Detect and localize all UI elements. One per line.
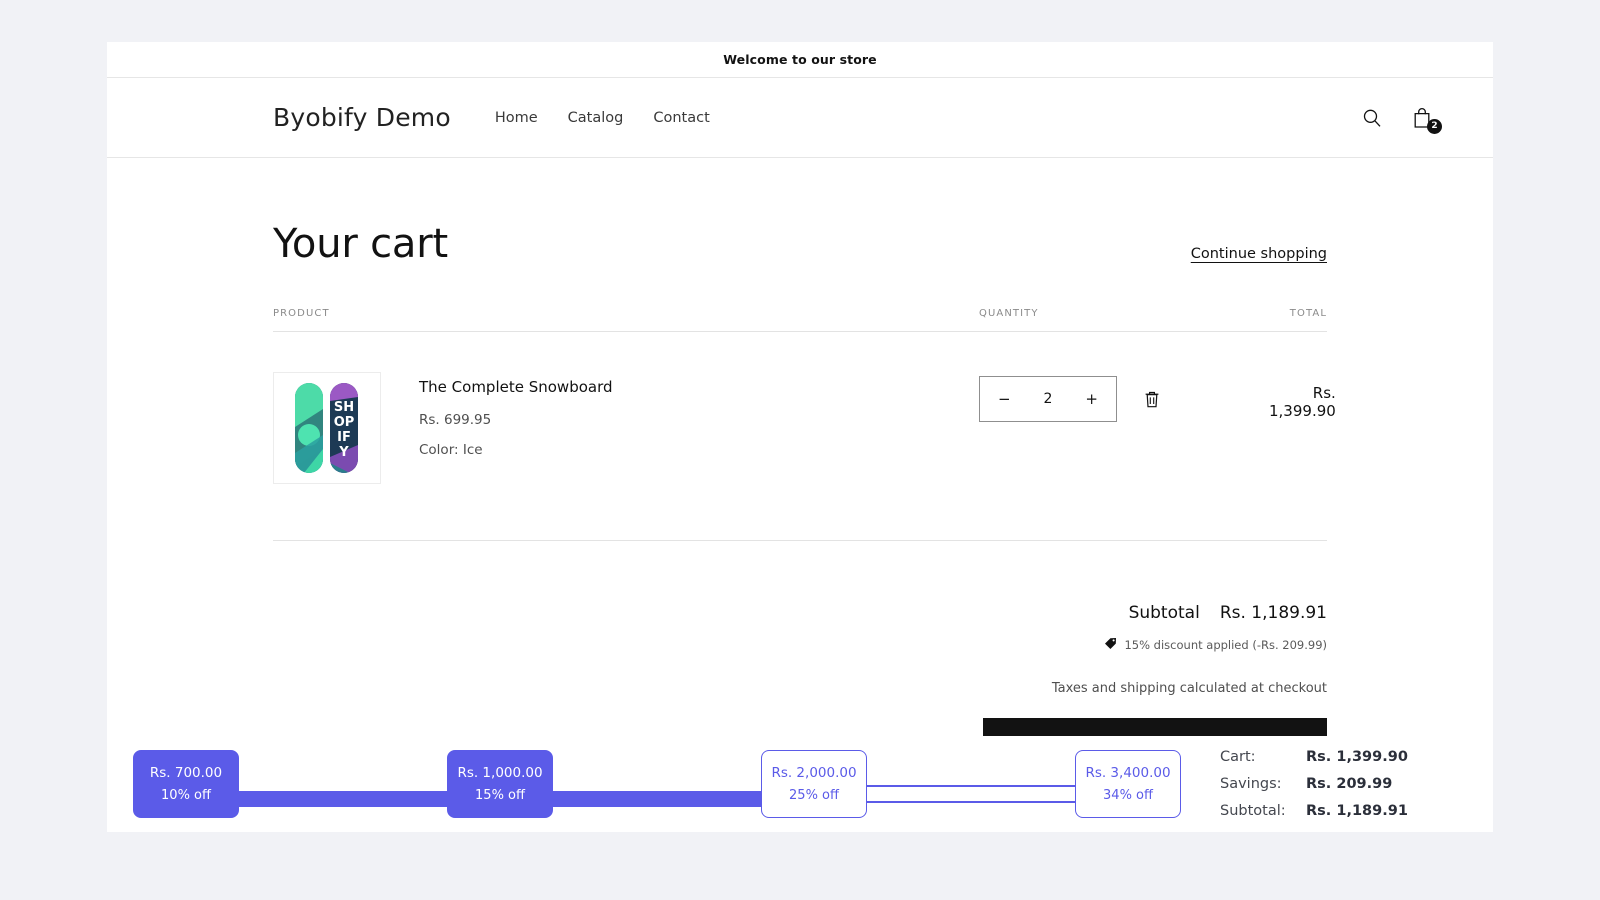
product-unit-price: Rs. 699.95 — [419, 412, 492, 428]
page-root: Welcome to our store Byobify Demo Home C… — [0, 0, 1600, 900]
continue-shopping-link[interactable]: Continue shopping — [1191, 246, 1327, 266]
tier-amount: Rs. 2,000.00 — [771, 765, 857, 781]
summary-row-savings: Savings: Rs. 209.99 — [1220, 776, 1463, 792]
tier-connectors — [107, 736, 1202, 832]
cart-header-row: Your cart Continue shopping — [273, 222, 1327, 266]
cart-line-item: SH OP IF Y The Complete Snowboard Rs. 69… — [273, 332, 1336, 541]
tier-discount: 25% off — [789, 788, 839, 803]
quantity-increase-button[interactable]: + — [1081, 391, 1102, 407]
tier-item-4[interactable]: Rs. 3,400.00 34% off — [1075, 750, 1181, 818]
discount-row: 15% discount applied (-Rs. 209.99) — [273, 635, 1327, 654]
quantity-decrease-button[interactable]: − — [994, 391, 1015, 407]
summary-row-subtotal: Subtotal: Rs. 1,189.91 — [1220, 803, 1463, 819]
quantity-stepper[interactable]: − 2 + — [979, 376, 1117, 422]
tier-amount: Rs. 700.00 — [149, 765, 223, 781]
tier-amount: Rs. 1,000.00 — [457, 765, 543, 781]
column-header-quantity: QUANTITY — [979, 308, 1039, 319]
summary-label: Savings: — [1220, 776, 1282, 792]
header-actions: 2 — [1359, 105, 1442, 134]
product-title[interactable]: The Complete Snowboard — [419, 378, 613, 396]
storefront: Welcome to our store Byobify Demo Home C… — [107, 42, 1493, 742]
discount-tier-bar: Rs. 700.00 10% off Rs. 1,000.00 15% off … — [107, 736, 1493, 832]
subtotal-value: Rs. 1,189.91 — [1219, 603, 1327, 623]
page-title: Your cart — [273, 221, 448, 267]
discount-text: 15% discount applied (-Rs. 209.99) — [1124, 637, 1327, 652]
product-cell: SH OP IF Y The Complete Snowboard Rs. 69… — [273, 372, 979, 484]
taxes-note: Taxes and shipping calculated at checkou… — [1051, 681, 1327, 696]
svg-text:IF: IF — [337, 430, 351, 445]
nav-item-contact[interactable]: Contact — [653, 110, 709, 126]
site-header: Byobify Demo Home Catalog Contact 2 — [107, 78, 1493, 158]
cart-main: Your cart Continue shopping PRODUCT QUAN… — [107, 158, 1493, 742]
tier-track: Rs. 700.00 10% off Rs. 1,000.00 15% off … — [107, 736, 1202, 832]
product-thumbnail[interactable]: SH OP IF Y — [273, 372, 381, 484]
svg-text:OP: OP — [334, 415, 355, 430]
price-tag-icon — [1104, 635, 1117, 654]
tier-item-1[interactable]: Rs. 700.00 10% off — [133, 750, 239, 818]
svg-text:Y: Y — [338, 445, 349, 460]
summary-row-cart: Cart: Rs. 1,399.90 — [1220, 749, 1463, 765]
summary-value: Rs. 1,189.91 — [1306, 803, 1408, 819]
tier-discount: 15% off — [475, 788, 525, 803]
cart-totals: Subtotal Rs. 1,189.91 15% discount appli… — [273, 603, 1327, 742]
nav-item-catalog[interactable]: Catalog — [568, 110, 624, 126]
quantity-value[interactable]: 2 — [1044, 391, 1053, 407]
cart-count-badge: 2 — [1427, 118, 1442, 134]
summary-label: Subtotal: — [1220, 803, 1286, 819]
tier-item-2[interactable]: Rs. 1,000.00 15% off — [447, 750, 553, 818]
summary-value: Rs. 1,399.90 — [1306, 749, 1408, 765]
search-icon[interactable] — [1359, 105, 1385, 131]
tier-discount: 10% off — [161, 788, 211, 803]
tier-discount: 34% off — [1103, 788, 1153, 803]
product-variant: Color: Ice — [419, 442, 483, 458]
summary-label: Cart: — [1220, 749, 1256, 765]
cart-table-header: PRODUCT QUANTITY TOTAL — [273, 308, 1327, 332]
svg-text:SH: SH — [334, 400, 354, 415]
nav-item-home[interactable]: Home — [495, 110, 538, 126]
tier-amount: Rs. 3,400.00 — [1085, 765, 1171, 781]
column-header-product: PRODUCT — [273, 308, 330, 319]
main-nav: Home Catalog Contact — [495, 110, 710, 126]
announcement-text: Welcome to our store — [723, 52, 877, 67]
column-header-total: TOTAL — [1289, 308, 1327, 319]
subtotal-row: Subtotal Rs. 1,189.91 — [273, 603, 1327, 623]
tier-summary: Cart: Rs. 1,399.90 Savings: Rs. 209.99 S… — [1202, 749, 1493, 819]
product-info: The Complete Snowboard Rs. 699.95 Color:… — [419, 372, 613, 484]
tier-item-3[interactable]: Rs. 2,000.00 25% off — [761, 750, 867, 818]
trash-icon[interactable] — [1143, 389, 1161, 409]
announcement-bar: Welcome to our store — [107, 42, 1493, 78]
subtotal-label: Subtotal — [1128, 603, 1200, 623]
quantity-cell: − 2 + — [979, 372, 1269, 422]
cart-icon[interactable]: 2 — [1409, 105, 1442, 134]
line-total: Rs. 1,399.90 — [1269, 384, 1336, 420]
summary-value: Rs. 209.99 — [1306, 776, 1393, 792]
brand-logo[interactable]: Byobify Demo — [273, 103, 451, 132]
